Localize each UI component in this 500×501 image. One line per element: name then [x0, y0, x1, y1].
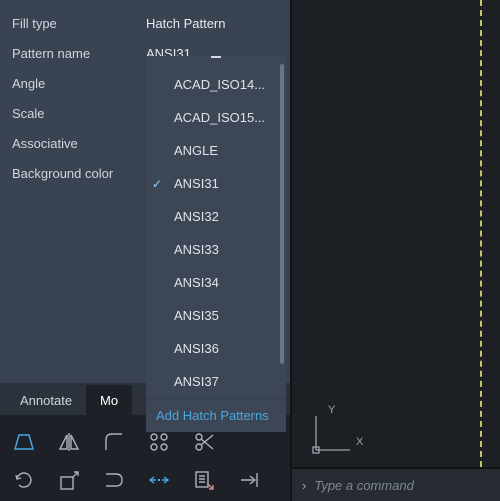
dropdown-item-label: ACAD_ISO14... — [174, 77, 265, 92]
fillet-icon[interactable] — [102, 430, 126, 454]
align-icon[interactable] — [147, 468, 171, 492]
chevron-right-icon: › — [302, 478, 306, 493]
dropdown-item[interactable]: ANSI34 — [146, 266, 286, 299]
dropdown-item[interactable]: ANSI33 — [146, 233, 286, 266]
prop-label: Fill type — [12, 16, 146, 31]
dropdown-item[interactable]: ANSI37 — [146, 365, 286, 398]
prop-label: Angle — [12, 76, 146, 91]
properties-icon[interactable] — [192, 468, 216, 492]
explode-icon[interactable] — [237, 468, 261, 492]
trapezoid-icon[interactable] — [12, 430, 36, 454]
pattern-dropdown[interactable]: ACAD_ISO14... ACAD_ISO15... ANGLE ✓ ANSI31 AN… — [146, 56, 286, 432]
command-input[interactable] — [314, 478, 492, 493]
array-icon[interactable] — [147, 430, 171, 454]
dropdown-item-label: ANGLE — [174, 143, 218, 158]
mirror-icon[interactable] — [57, 430, 81, 454]
dropdown-list[interactable]: ACAD_ISO14... ACAD_ISO15... ANGLE ✓ ANSI31 AN… — [146, 56, 286, 398]
prop-label: Background color — [12, 166, 146, 181]
scissors-icon[interactable] — [192, 430, 216, 454]
dropdown-partial-item[interactable] — [146, 56, 286, 68]
prop-value[interactable]: Hatch Pattern — [146, 16, 226, 31]
properties-panel: Fill type Hatch Pattern Pattern name ANS… — [0, 0, 290, 501]
viewport-panel: X Y › — [290, 0, 500, 501]
prop-label: Pattern name — [12, 46, 146, 61]
dropdown-item-label: ANSI34 — [174, 275, 219, 290]
ucs-y-label: Y — [328, 404, 335, 416]
dashed-guideline — [480, 0, 482, 467]
dropdown-item[interactable]: ANSI36 — [146, 332, 286, 365]
prop-label: Scale — [12, 106, 146, 121]
dropdown-item-label: ANSI32 — [174, 209, 219, 224]
dropdown-item[interactable]: ACAD_ISO14... — [146, 68, 286, 101]
stretch-icon[interactable] — [102, 468, 126, 492]
prop-label: Associative — [12, 136, 146, 151]
dropdown-item[interactable]: ACAD_ISO15... — [146, 101, 286, 134]
dropdown-item-label: ANSI36 — [174, 341, 219, 356]
dropdown-item-label: ANSI33 — [174, 242, 219, 257]
check-icon: ✓ — [152, 177, 168, 191]
ucs-indicator: X Y — [310, 412, 354, 459]
tab-annotate[interactable]: Annotate — [6, 385, 86, 415]
add-hatch-patterns-link[interactable]: Add Hatch Patterns — [146, 398, 286, 432]
command-line[interactable]: › — [292, 467, 500, 501]
dropdown-item-label: ANSI35 — [174, 308, 219, 323]
tab-modify[interactable]: Mo — [86, 385, 132, 415]
dropdown-item[interactable]: ANSI35 — [146, 299, 286, 332]
drawing-canvas[interactable]: X Y — [292, 0, 500, 467]
dropdown-item-label: ACAD_ISO15... — [174, 110, 265, 125]
toolbar-row-2 — [8, 461, 282, 499]
dropdown-item[interactable]: ✓ ANSI31 — [146, 167, 286, 200]
ucs-x-label: X — [356, 436, 363, 448]
dropdown-item-label: ANSI37 — [174, 374, 219, 389]
dropdown-item[interactable]: ANGLE — [146, 134, 286, 167]
scale-icon[interactable] — [57, 468, 81, 492]
rotate-icon[interactable] — [12, 468, 36, 492]
dropdown-item[interactable]: ANSI32 — [146, 200, 286, 233]
scrollbar-thumb[interactable] — [280, 64, 284, 364]
prop-fill-type: Fill type Hatch Pattern — [12, 8, 290, 38]
dropdown-item-label: ANSI31 — [174, 176, 219, 191]
